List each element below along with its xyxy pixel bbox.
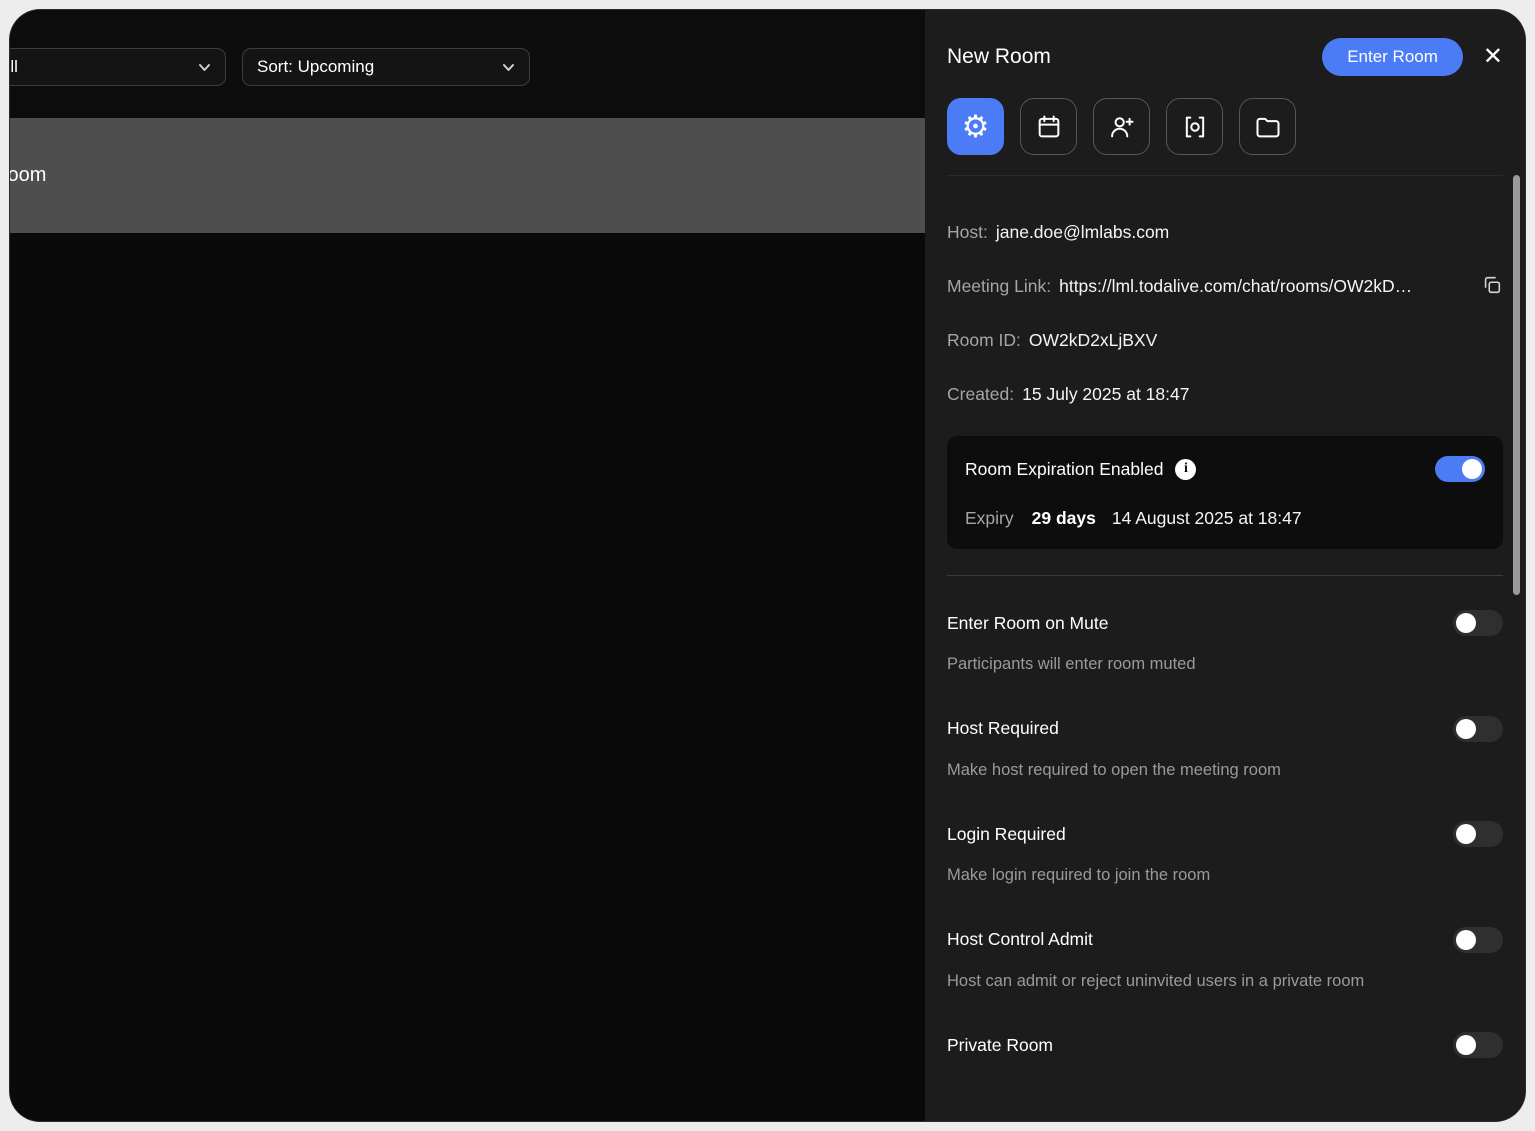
info-icon[interactable]: i — [1175, 458, 1197, 480]
panel-scrollbar[interactable] — [1513, 175, 1520, 595]
host-control-admit-toggle[interactable] — [1453, 926, 1503, 953]
tab-schedule[interactable] — [1020, 98, 1077, 155]
setting-description: Make host required to open the meeting r… — [947, 760, 1281, 779]
recording-icon — [1185, 116, 1204, 137]
main-content-area — [10, 233, 925, 1121]
room-expiration-toggle[interactable] — [1435, 456, 1485, 482]
new-room-panel: New Room Enter Room ✕ ⚙ Host: jane.doe@l… — [925, 10, 1525, 1121]
sort-dropdown-label: Sort: Upcoming — [257, 57, 375, 76]
room-id-value: OW2kD2xLjBXV — [1028, 330, 1158, 350]
meeting-link-value: https://lml.todalive.com/chat/rooms/OW2k… — [1059, 276, 1413, 296]
setting-host-control-admit: Host Control Admit Host can admit or rej… — [947, 926, 1503, 995]
login-required-toggle[interactable] — [1453, 821, 1503, 848]
setting-private-room: Private Room — [947, 1032, 1503, 1059]
setting-label: Host Required — [947, 718, 1059, 739]
enter-room-on-mute-toggle[interactable] — [1453, 610, 1503, 636]
chevron-down-icon — [199, 63, 210, 71]
created-label: Created: — [947, 384, 1015, 404]
created-row: Created: 15 July 2025 at 18:47 — [947, 382, 1503, 407]
section-divider — [947, 575, 1503, 576]
tab-recordings[interactable] — [1166, 98, 1223, 155]
setting-description: Host can admit or reject uninvited users… — [947, 971, 1365, 990]
tab-settings[interactable]: ⚙ — [947, 98, 1004, 155]
expiry-row: Expiry 29 days 14 August 2025 at 18:47 — [965, 508, 1485, 529]
copy-icon — [1484, 276, 1501, 294]
setting-host-required: Host Required Make host required to open… — [947, 715, 1503, 784]
host-required-toggle[interactable] — [1453, 715, 1503, 742]
panel-title: New Room — [947, 45, 1051, 68]
sort-dropdown[interactable]: Sort: Upcoming — [242, 48, 530, 86]
meeting-link-row: Meeting Link: https://lml.todalive.com/c… — [947, 274, 1503, 299]
setting-description: Participants will enter room muted — [947, 655, 1196, 673]
topbar: All Sort: Upcoming — [10, 10, 925, 118]
host-value: jane.doe@lmlabs.com — [995, 222, 1170, 242]
filter-dropdown[interactable]: All — [10, 48, 226, 86]
setting-label: Login Required — [947, 823, 1066, 844]
room-expiration-row: Room Expiration Enabled i — [965, 456, 1485, 482]
files-icon — [1256, 117, 1279, 137]
room-id-label: Room ID: — [947, 330, 1021, 350]
room-id-row: Room ID: OW2kD2xLjBXV — [947, 328, 1503, 353]
chevron-down-icon — [503, 63, 514, 71]
meeting-link-label: Meeting Link: — [947, 276, 1052, 296]
setting-label: Private Room — [947, 1034, 1054, 1055]
room-expiration-card: Room Expiration Enabled i Expiry 29 days… — [947, 436, 1503, 549]
setting-label: Enter Room on Mute — [947, 612, 1109, 633]
app-window: All Sort: Upcoming Room New Room Enter R… — [10, 10, 1525, 1121]
setting-label: Host Control Admit — [947, 929, 1093, 950]
filter-dropdown-label: All — [10, 57, 18, 76]
tab-participants[interactable] — [1093, 98, 1150, 155]
setting-enter-room-on-mute: Enter Room on Mute Participants will ent… — [947, 610, 1503, 678]
close-icon[interactable]: ✕ — [1483, 45, 1503, 69]
setting-login-required: Login Required Make login required to jo… — [947, 821, 1503, 889]
tab-files[interactable] — [1239, 98, 1296, 155]
created-value: 15 July 2025 at 18:47 — [1022, 384, 1190, 404]
expiry-label: Expiry — [965, 508, 1014, 528]
private-room-toggle[interactable] — [1453, 1032, 1503, 1059]
enter-room-button[interactable]: Enter Room — [1322, 38, 1463, 76]
room-details: Host: jane.doe@lmlabs.com Meeting Link: … — [947, 176, 1503, 407]
panel-header: New Room Enter Room ✕ — [947, 10, 1503, 76]
room-expiration-label: Room Expiration Enabled — [965, 458, 1164, 479]
expiry-date: 14 August 2025 at 18:47 — [1111, 508, 1302, 528]
room-list-header: Room — [10, 118, 925, 233]
setting-description: Make login required to join the room — [947, 866, 1211, 885]
host-row: Host: jane.doe@lmlabs.com — [947, 220, 1503, 245]
settings-icon: ⚙ — [961, 109, 990, 144]
room-list-header-title: Room — [10, 164, 47, 186]
panel-tabs: ⚙ — [947, 98, 1503, 176]
add-participant-icon — [1110, 116, 1133, 137]
copy-link-button[interactable] — [1481, 274, 1503, 299]
host-label: Host: — [947, 222, 988, 242]
expiry-days: 29 days — [1031, 508, 1096, 528]
calendar-icon — [1038, 115, 1059, 137]
